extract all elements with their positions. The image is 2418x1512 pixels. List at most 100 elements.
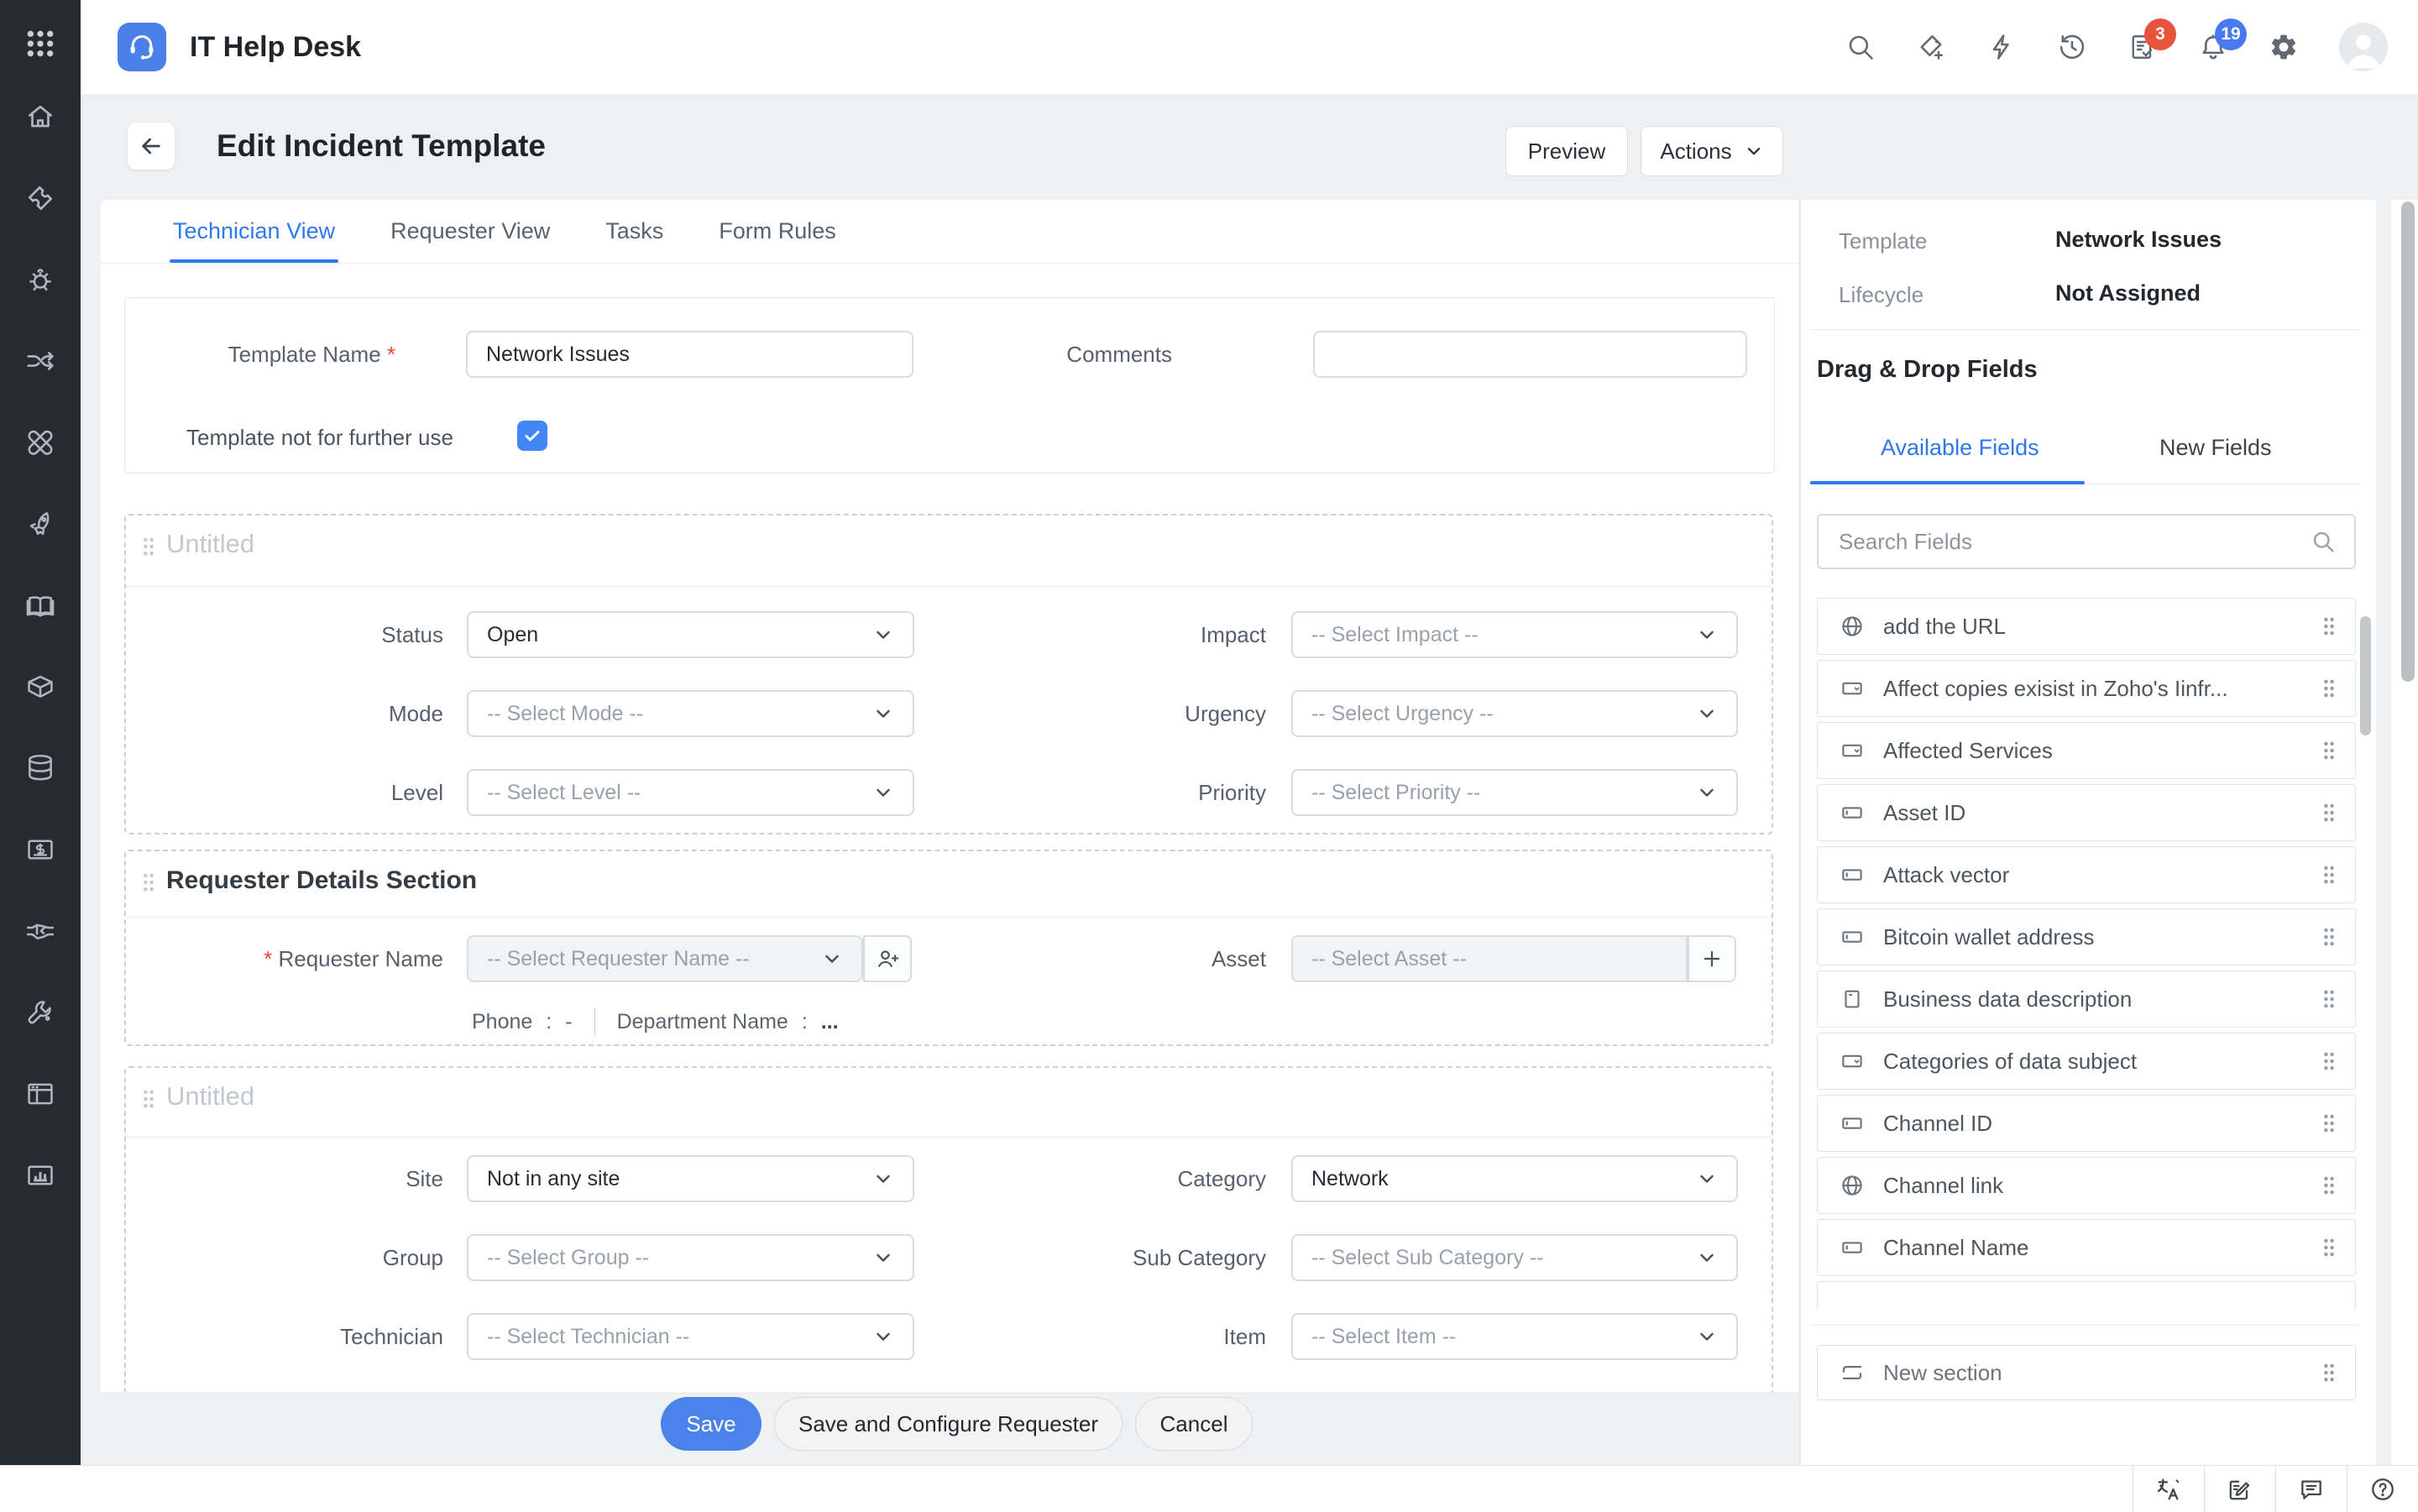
drag-handle-icon[interactable] [2321,1362,2337,1384]
priority-select[interactable]: -- Select Priority -- [1291,769,1738,816]
notifications-bell-icon[interactable]: 19 [2198,32,2228,62]
handshake-icon[interactable] [24,915,56,947]
help-icon[interactable] [2347,1466,2418,1512]
search-icon[interactable] [1845,32,1876,62]
field-item[interactable]: Affect copies exisist in Zoho's Iinfr... [1817,660,2356,717]
sub-category-select[interactable]: -- Select Sub Category -- [1291,1234,1738,1281]
item-select[interactable]: -- Select Item -- [1291,1313,1738,1360]
drag-handle-icon[interactable] [2321,740,2337,761]
technician-select[interactable]: -- Select Technician -- [467,1313,914,1360]
user-avatar[interactable] [2339,23,2388,71]
field-item-clipped[interactable] [1817,1281,2356,1310]
add-asset-button[interactable] [1688,935,1736,982]
comment-icon[interactable] [2275,1466,2347,1512]
field-item[interactable]: Business data description [1817,971,2356,1028]
page-scrollbar-thumb[interactable] [2401,201,2415,682]
book-icon[interactable] [24,589,56,621]
template-name-label: Template Name * [142,331,395,378]
history-icon[interactable] [2057,32,2087,62]
shuffle-icon[interactable] [24,345,56,377]
impact-select[interactable]: -- Select Impact -- [1291,611,1738,658]
chevron-down-icon [872,703,894,725]
actions-button[interactable]: Actions [1641,126,1783,176]
add-ticket-icon[interactable] [1916,32,1946,62]
pick-list-icon [1840,738,1865,763]
drag-handle-icon[interactable] [2321,615,2337,637]
group-select[interactable]: -- Select Group -- [467,1234,914,1281]
home-icon[interactable] [24,101,56,133]
not-for-use-checkbox[interactable] [517,421,547,451]
rocket-icon[interactable] [24,508,56,540]
mode-label: Mode [212,690,443,737]
drag-handle-icon[interactable] [2321,1050,2337,1072]
preview-button[interactable]: Preview [1505,126,1628,176]
tab-available-fields[interactable]: Available Fields [1881,435,2039,461]
level-select[interactable]: -- Select Level -- [467,769,914,816]
template-name-input[interactable] [466,331,913,378]
layout-icon[interactable] [24,1078,56,1110]
field-item[interactable]: Channel link [1817,1157,2356,1214]
cube-icon[interactable] [24,671,56,703]
mode-select[interactable]: -- Select Mode -- [467,690,914,737]
section-drag-handle-icon[interactable] [141,536,156,557]
add-requester-button[interactable] [863,935,912,982]
chevron-down-icon [821,948,843,970]
field-item[interactable]: add the URL [1817,598,2356,655]
asset-select[interactable]: -- Select Asset -- [1291,935,1688,982]
section-drag-handle-icon[interactable] [141,1088,156,1110]
fields-list-scrollbar-thumb[interactable] [2360,616,2371,735]
drag-handle-icon[interactable] [2321,678,2337,699]
bug-icon[interactable] [24,264,56,296]
lifecycle-info-value: Not Assigned [2055,280,2201,306]
tab-new-fields[interactable]: New Fields [2159,435,2272,461]
field-item[interactable]: Bitcoin wallet address [1817,908,2356,965]
tab-tasks[interactable]: Tasks [602,200,667,263]
field-item[interactable]: Attack vector [1817,846,2356,903]
drag-handle-icon[interactable] [2321,1237,2337,1258]
database-icon[interactable] [24,752,56,784]
search-fields-input[interactable] [1819,529,2311,555]
drag-handle-icon[interactable] [2321,1175,2337,1196]
category-select[interactable]: Network [1291,1155,1738,1202]
save-and-configure-button[interactable]: Save and Configure Requester [774,1397,1123,1451]
save-button[interactable]: Save [661,1397,762,1451]
requester-name-select[interactable]: -- Select Requester Name -- [467,935,863,982]
site-select[interactable]: Not in any site [467,1155,914,1202]
section-drag-handle-icon[interactable] [141,871,156,893]
approvals-icon[interactable]: 3 [2128,32,2158,62]
field-item[interactable]: Channel Name [1817,1219,2356,1276]
status-select[interactable]: Open [467,611,914,658]
field-item[interactable]: Categories of data subject [1817,1033,2356,1090]
tickets-icon[interactable] [24,182,56,214]
bottom-bar [0,1465,2418,1512]
field-item[interactable]: Asset ID [1817,784,2356,841]
apps-grid-icon[interactable] [24,27,57,60]
reports-icon[interactable] [24,1159,56,1191]
cancel-button[interactable]: Cancel [1135,1397,1253,1451]
urgency-select[interactable]: -- Select Urgency -- [1291,690,1738,737]
wrench-icon[interactable] [24,997,56,1028]
field-item[interactable]: Channel ID [1817,1095,2356,1152]
drag-handle-icon[interactable] [2321,988,2337,1010]
colon: : [802,1010,808,1034]
department-value[interactable]: ... [821,1010,839,1034]
settings-gear-icon[interactable] [2269,32,2299,62]
translate-icon[interactable] [2133,1466,2204,1512]
drag-handle-icon[interactable] [2321,1112,2337,1134]
tab-form-rules[interactable]: Form Rules [715,200,840,263]
drag-handle-icon[interactable] [2321,864,2337,886]
quick-actions-icon[interactable] [1986,32,2017,62]
app-logo[interactable] [118,23,166,71]
field-item[interactable]: Affected Services [1817,722,2356,779]
comments-input[interactable] [1313,331,1747,378]
purchase-icon[interactable] [24,834,56,866]
drag-handle-icon[interactable] [2321,926,2337,948]
tab-requester-view[interactable]: Requester View [387,200,553,263]
chevron-down-icon [872,1247,894,1269]
tab-technician-view[interactable]: Technician View [170,200,338,263]
back-button[interactable] [128,123,175,170]
bandage-icon[interactable] [24,426,56,458]
feedback-edit-icon[interactable] [2204,1466,2275,1512]
new-section-item[interactable]: New section [1817,1345,2356,1400]
drag-handle-icon[interactable] [2321,802,2337,824]
